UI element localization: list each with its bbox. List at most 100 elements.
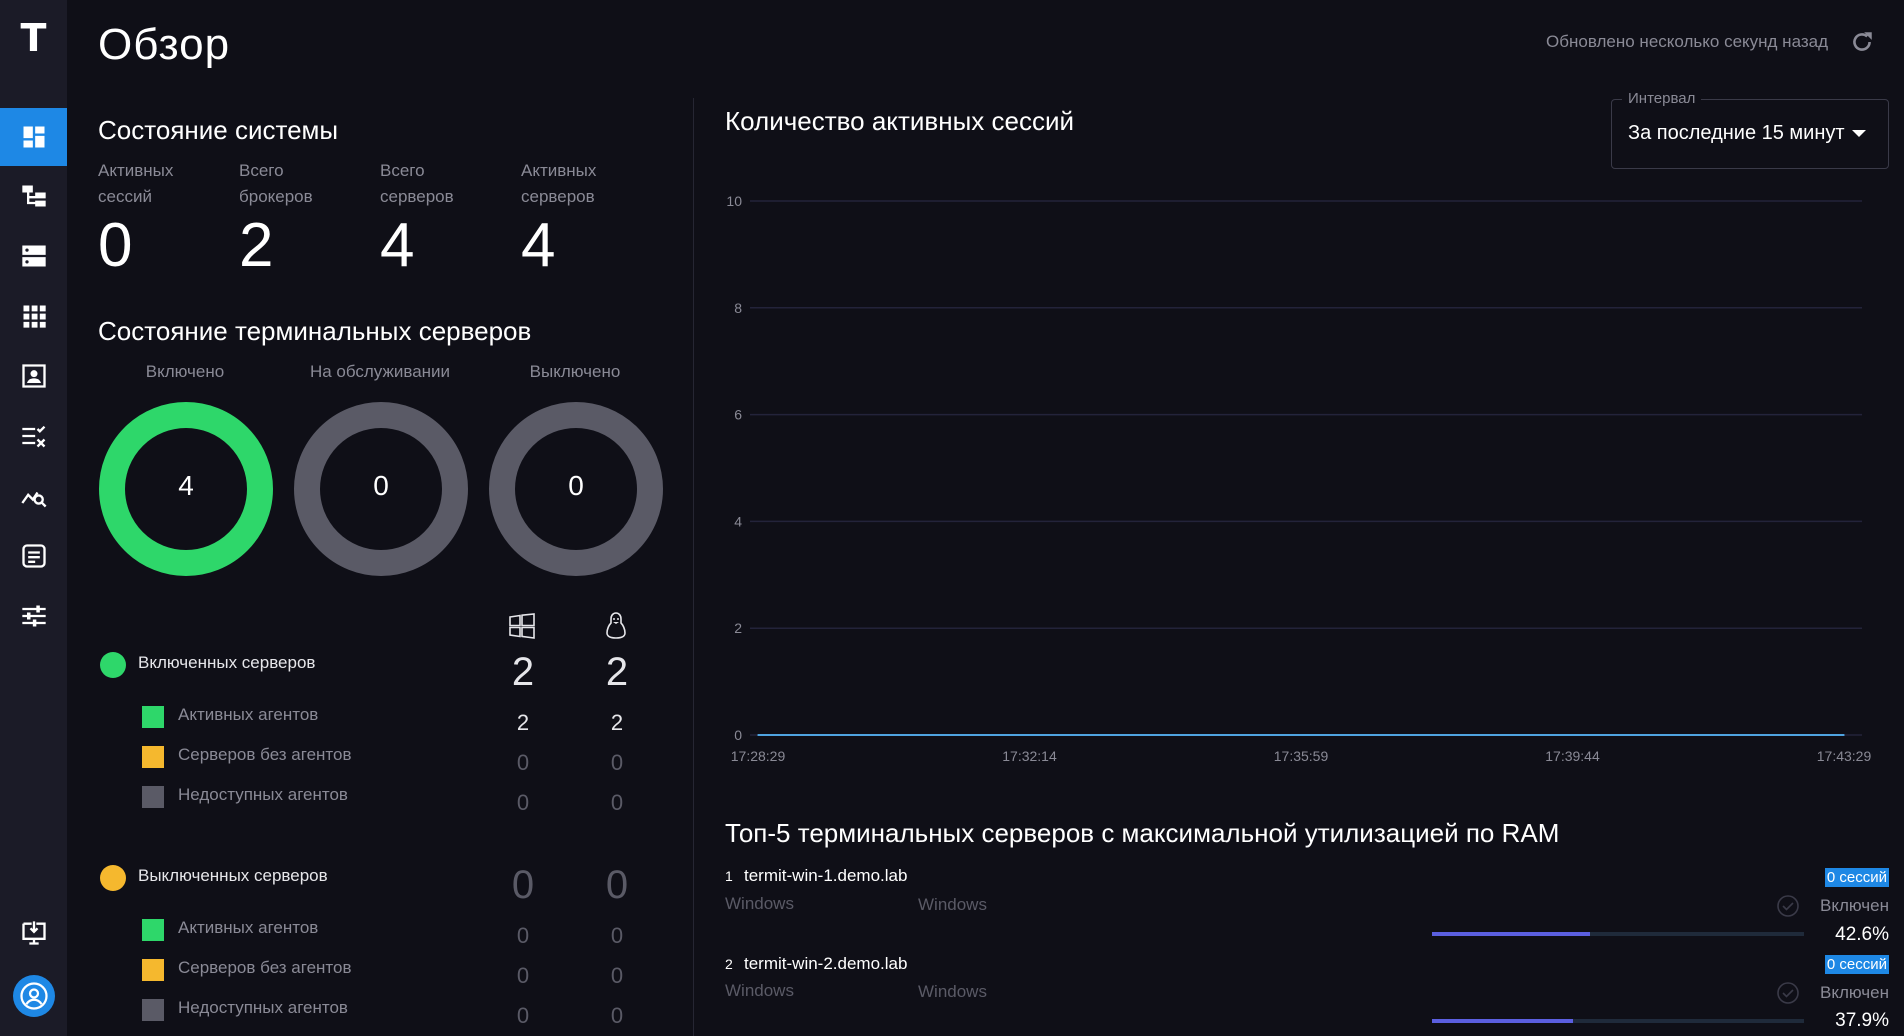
stat-value: 4 (380, 211, 415, 280)
sessions-chart-title: Количество активных сессий (725, 106, 1074, 136)
stat-value: 0 (98, 211, 133, 280)
sidebar-item-analytics[interactable] (0, 467, 67, 525)
enabled-active-agents-windows: 2 (516, 710, 530, 735)
sidebar-item-tasks[interactable] (0, 407, 67, 465)
ring-maintenance-value: 0 (373, 470, 389, 501)
disabled-windows-total: 0 (511, 863, 535, 907)
enabled-no-agents-linux: 0 (610, 750, 624, 775)
server-name[interactable]: termit-win-1.demo.lab (744, 866, 907, 886)
chevron-down-icon[interactable] (1852, 130, 1866, 137)
user-avatar[interactable] (13, 975, 55, 1017)
stat-label: Всего (239, 161, 284, 180)
sidebar-item-users[interactable] (0, 347, 67, 405)
ram-bar-track (1432, 932, 1804, 936)
enabled-windows-total: 2 (511, 650, 535, 694)
enabled-unavailable-linux: 0 (610, 790, 624, 815)
sidebar-item-dashboard[interactable] (0, 108, 67, 166)
disabled-unavailable-windows: 0 (516, 1003, 530, 1028)
hierarchy-icon (21, 185, 46, 207)
ring-label-maintenance: На обслуживании (309, 362, 451, 381)
disabled-unavailable-linux: 0 (610, 1003, 624, 1028)
server-rank: 2 (725, 956, 733, 972)
apps-grid-icon (23, 305, 46, 328)
legend-active-agents: Активных агентов (178, 918, 319, 937)
ram-percent: 42.6% (1835, 924, 1889, 945)
check-circle-icon (1777, 982, 1799, 1004)
stat-active-servers: Активных серверов 4 (521, 158, 651, 281)
legend-square-no-agents (142, 746, 164, 768)
sidebar-item-settings[interactable] (0, 587, 67, 645)
check-circle-icon (1777, 895, 1799, 917)
enabled-active-agents-linux: 2 (610, 710, 624, 735)
server-name[interactable]: termit-win-2.demo.lab (744, 954, 907, 974)
y-tick-label: 0 (734, 727, 742, 743)
sessions-badge: 0 сессий (1824, 955, 1889, 974)
panel-divider (693, 98, 694, 1036)
legend-unavailable: Недоступных агентов (178, 998, 348, 1017)
refresh-icon[interactable] (1849, 29, 1875, 55)
legend-no-agents: Серверов без агентов (178, 745, 352, 764)
updated-status: Обновлено несколько секунд назад (1546, 32, 1828, 51)
sidebar-item-logs[interactable] (0, 527, 67, 585)
dashboard-icon (23, 126, 44, 148)
server-os-version: Windows (918, 895, 987, 914)
x-tick-label: 17:28:29 (731, 748, 786, 764)
legend-square-unavailable (142, 786, 164, 808)
y-tick-label: 10 (726, 193, 742, 209)
app-logo[interactable]: T (0, 16, 67, 60)
data-point (1028, 734, 1031, 736)
stat-active-sessions: Активных сессий 0 (98, 158, 228, 281)
stat-label: Активных (98, 161, 174, 180)
stat-label: серверов (521, 187, 595, 206)
sidebar-item-servers[interactable] (0, 227, 67, 285)
server-status: Включен (1820, 983, 1889, 1002)
legend-unavailable: Недоступных агентов (178, 785, 348, 804)
stat-total-brokers: Всего брокеров 2 (239, 158, 369, 281)
disabled-active-agents-linux: 0 (610, 923, 624, 948)
user-avatar-icon (20, 982, 48, 1010)
data-point (1571, 734, 1574, 736)
disabled-linux-total: 0 (605, 863, 629, 907)
ring-label-off: Выключено (529, 362, 621, 381)
windows-icon (509, 613, 535, 639)
sidebar-item-apps[interactable] (0, 287, 67, 345)
stat-label: сессий (98, 187, 152, 206)
server-os: Windows (725, 981, 794, 1000)
ring-label-on: Включено (145, 362, 225, 381)
ram-percent: 37.9% (1835, 1010, 1889, 1031)
legend-square-active-agents (142, 706, 164, 728)
server-rank: 1 (725, 868, 733, 884)
y-tick-label: 4 (734, 513, 742, 529)
legend-square-unavailable (142, 999, 164, 1021)
y-tick-label: 6 (734, 407, 742, 423)
data-point (757, 734, 759, 736)
sidebar: T (0, 0, 67, 1036)
stat-label: брокеров (239, 187, 313, 206)
stat-label: Активных (521, 161, 597, 180)
sessions-badge: 0 сессий (1824, 868, 1889, 887)
disabled-active-agents-windows: 0 (516, 923, 530, 948)
interval-value[interactable]: За последние 15 минут (1628, 122, 1845, 145)
legend-dot-disabled (100, 865, 126, 891)
legend-square-no-agents (142, 959, 164, 981)
legend-no-agents: Серверов без агентов (178, 958, 352, 977)
x-tick-label: 17:32:14 (1002, 748, 1057, 764)
disabled-no-agents-linux: 0 (610, 963, 624, 988)
top-ram-title: Топ-5 терминальных серверов с максимальн… (725, 818, 1560, 848)
download-monitor-icon (21, 921, 46, 945)
page-title: Обзор (98, 20, 231, 69)
sessions-line-chart: 0 2 4 6 8 10 17:28:29 17:32:14 17:35:59 17:39:44 1… (726, 193, 1871, 764)
server-status: Включен (1820, 896, 1889, 915)
interval-label: Интервал (1622, 90, 1702, 107)
sidebar-item-hierarchy[interactable] (0, 167, 67, 225)
list-check-icon (21, 425, 45, 448)
server-os: Windows (725, 894, 794, 913)
sliders-icon (21, 605, 46, 627)
stat-total-servers: Всего серверов 4 (380, 158, 510, 281)
sidebar-item-download[interactable] (0, 904, 67, 962)
disabled-no-agents-windows: 0 (516, 963, 530, 988)
user-card-icon (21, 364, 46, 388)
stat-label: Всего (380, 161, 425, 180)
ring-on-value: 4 (178, 470, 194, 501)
servers-icon (21, 245, 46, 267)
